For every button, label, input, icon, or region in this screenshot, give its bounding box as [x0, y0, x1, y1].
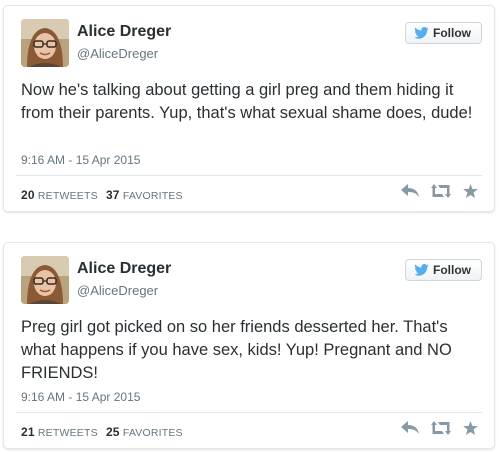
favorite-star-icon[interactable]	[463, 421, 478, 440]
tweet-stats: 20 RETWEETS 37 FAVORITES	[21, 188, 183, 202]
follow-label: Follow	[433, 26, 471, 40]
retweets-label[interactable]: RETWEETS	[38, 190, 98, 202]
favorite-star-icon[interactable]	[463, 184, 478, 203]
reply-icon[interactable]	[401, 184, 419, 203]
retweets-count[interactable]: 20	[21, 188, 35, 202]
follow-button[interactable]: Follow	[405, 22, 482, 44]
author-handle[interactable]: @AliceDreger	[77, 46, 158, 61]
tweet-stats: 21 RETWEETS 25 FAVORITES	[21, 425, 183, 439]
retweet-icon[interactable]	[431, 421, 451, 440]
reply-icon[interactable]	[401, 421, 419, 440]
avatar[interactable]	[21, 256, 69, 304]
favorites-label[interactable]: FAVORITES	[123, 190, 183, 202]
divider	[16, 175, 482, 176]
divider	[16, 412, 482, 413]
tweet-actions	[401, 421, 478, 440]
retweets-count[interactable]: 21	[21, 425, 35, 439]
favorites-count[interactable]: 37	[106, 188, 120, 202]
follow-label: Follow	[433, 263, 471, 277]
tweet-timestamp[interactable]: 9:16 AM - 15 Apr 2015	[21, 153, 140, 167]
follow-button[interactable]: Follow	[405, 259, 482, 281]
tweet-card: Alice Dreger @AliceDreger Follow Now he'…	[3, 5, 495, 212]
tweet-card: Alice Dreger @AliceDreger Follow Preg gi…	[3, 242, 495, 449]
tweet-text: Preg girl got picked on so her friends d…	[21, 318, 452, 382]
author-name[interactable]: Alice Dreger	[77, 23, 171, 41]
twitter-bird-icon	[414, 27, 429, 39]
author-name[interactable]: Alice Dreger	[77, 260, 171, 278]
favorites-count[interactable]: 25	[106, 425, 120, 439]
author-handle[interactable]: @AliceDreger	[77, 283, 158, 298]
retweet-icon[interactable]	[431, 184, 451, 203]
twitter-bird-icon	[414, 264, 429, 276]
tweet-timestamp[interactable]: 9:16 AM - 15 Apr 2015	[21, 390, 140, 404]
retweets-label[interactable]: RETWEETS	[38, 427, 98, 439]
favorites-label[interactable]: FAVORITES	[123, 427, 183, 439]
avatar[interactable]	[21, 19, 69, 67]
tweet-actions	[401, 184, 478, 203]
tweet-text: Now he's talking about getting a girl pr…	[21, 81, 473, 122]
